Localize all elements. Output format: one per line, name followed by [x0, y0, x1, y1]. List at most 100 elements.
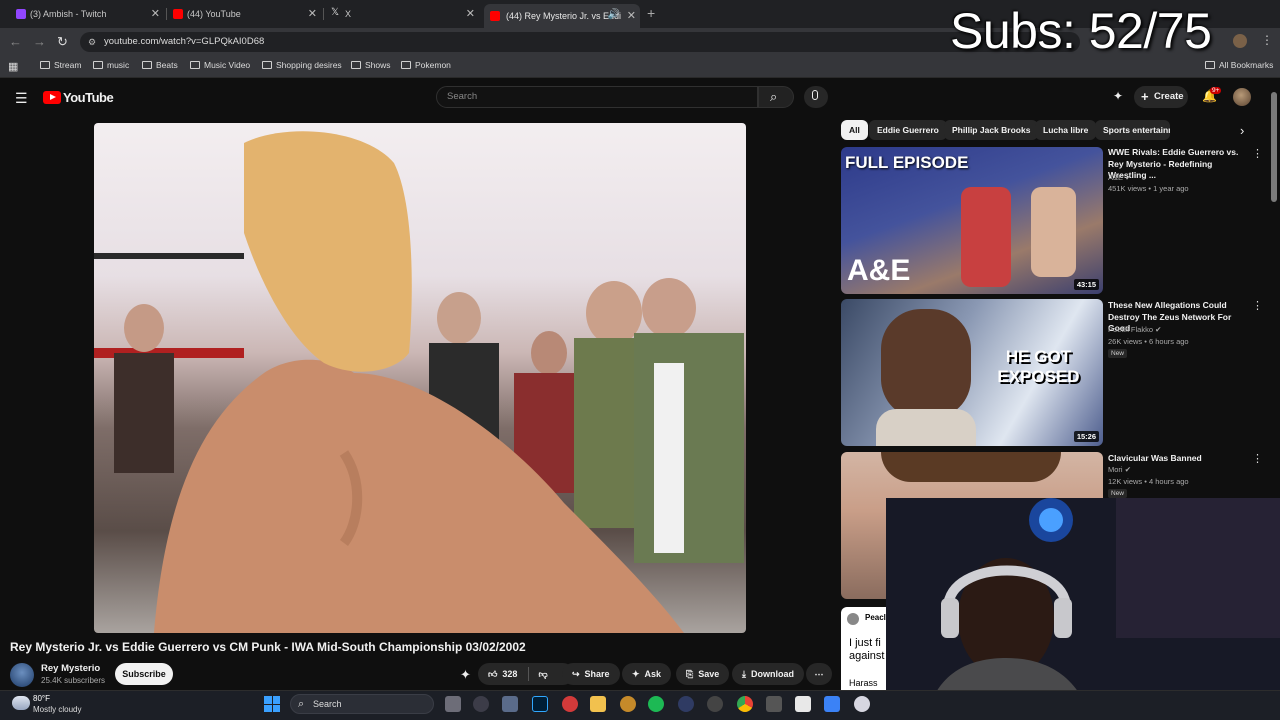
bookmark-beats[interactable]: Beats: [142, 60, 178, 70]
profile-avatar[interactable]: [1233, 34, 1247, 48]
apps-icon[interactable]: ▦: [8, 60, 18, 73]
recommendation-thumbnail[interactable]: HE GOT EXPOSED 15:26: [841, 299, 1103, 446]
close-icon[interactable]: ✕: [627, 9, 636, 22]
kebab-menu-icon[interactable]: ⋮: [1252, 299, 1263, 312]
chip-phillip-jack-brooks[interactable]: Phillip Jack Brooks: [944, 120, 1039, 140]
reload-icon[interactable]: ↻: [57, 34, 68, 50]
kebab-menu-icon[interactable]: ⋮: [1252, 147, 1263, 160]
verified-icon: ✔: [1125, 173, 1132, 182]
bookmark-stream[interactable]: Stream: [40, 60, 81, 70]
recommendation-thumbnail[interactable]: FULL EPISODE A&E 43:15: [841, 147, 1103, 294]
gemini-icon[interactable]: ✦: [460, 667, 471, 683]
channel-name[interactable]: Rey Mysterio: [41, 663, 100, 674]
app-icon[interactable]: [707, 696, 723, 712]
photos-icon[interactable]: [824, 696, 840, 712]
youtube-logo-icon[interactable]: [43, 91, 61, 104]
tab-twitch[interactable]: (3) Ambish - Twitch ✕: [16, 4, 164, 24]
photoshop-icon[interactable]: [532, 696, 548, 712]
cast-icon[interactable]: ✦: [1113, 89, 1123, 103]
pokeball-icon[interactable]: [562, 696, 578, 712]
folder-icon: [262, 61, 272, 69]
url-bar[interactable]: ⚙ youtube.com/watch?v=GLPQkAI0D68: [80, 32, 1080, 52]
kebab-menu-icon[interactable]: ⋮: [1261, 33, 1273, 47]
recommendation-channel[interactable]: Mori ✔: [1108, 465, 1131, 474]
recommendation-title[interactable]: Clavicular Was Banned: [1108, 453, 1248, 465]
ask-button[interactable]: ✦ Ask: [622, 663, 672, 685]
webcam-overlay: [886, 498, 1280, 720]
dislike-button[interactable]: 👎︎: [538, 663, 547, 685]
tab-active-video[interactable]: (44) Rey Mysterio Jr. vs Eddi 🔊 ✕: [484, 4, 640, 28]
file-explorer-icon[interactable]: [590, 696, 606, 712]
subscribe-button[interactable]: Subscribe: [115, 663, 173, 685]
recommendation-channel[interactable]: A&E ✔: [1108, 173, 1131, 182]
save-button[interactable]: ⎘ Save: [676, 663, 730, 685]
recommendation-thumbnail-partial[interactable]: Peacl I just fi against Harass: [841, 607, 891, 690]
task-view-icon[interactable]: [445, 696, 461, 712]
search-input[interactable]: Search: [436, 86, 758, 108]
like-button[interactable]: 👍︎ 328: [488, 663, 517, 685]
taskbar-search-input[interactable]: ⌕ Search: [290, 694, 434, 714]
account-avatar[interactable]: [1233, 88, 1251, 106]
webcam-feed: [886, 498, 1280, 720]
tab-x[interactable]: 𝕏 X ✕: [331, 4, 479, 24]
bookmark-shows[interactable]: Shows: [351, 60, 391, 70]
app-icon[interactable]: [473, 696, 489, 712]
forward-icon[interactable]: →: [33, 34, 46, 49]
mic-icon: [812, 90, 818, 100]
weather-cloud-icon[interactable]: [12, 696, 30, 710]
close-icon[interactable]: ✕: [466, 7, 475, 20]
bookmark-icon: ⎘: [686, 669, 694, 679]
kebab-menu-icon[interactable]: ⋮: [1252, 452, 1263, 465]
more-horizontal-icon: ⋯: [814, 669, 824, 679]
app-icon[interactable]: [620, 696, 636, 712]
site-info-icon[interactable]: ⚙: [88, 32, 96, 52]
channel-avatar[interactable]: [10, 663, 34, 687]
obs-icon[interactable]: [678, 696, 694, 712]
windows-start-icon[interactable]: [264, 696, 280, 712]
chrome-icon[interactable]: [737, 696, 753, 712]
chip-all[interactable]: All: [841, 120, 868, 140]
close-icon[interactable]: ✕: [151, 7, 160, 20]
all-bookmarks[interactable]: All Bookmarks: [1205, 60, 1273, 70]
weather-description: Mostly cloudy: [33, 705, 82, 714]
share-button[interactable]: ↪ Share: [562, 663, 620, 685]
chip-lucha-libre[interactable]: Lucha libre: [1035, 120, 1097, 140]
voice-search-button[interactable]: [804, 86, 828, 108]
bookmark-pokemon[interactable]: Pokemon: [401, 60, 451, 70]
hamburger-menu-icon[interactable]: ☰: [15, 90, 28, 107]
more-actions-button[interactable]: ⋯: [806, 663, 832, 685]
scrollbar-thumb[interactable]: [1271, 92, 1277, 202]
app-icon[interactable]: [854, 696, 870, 712]
spotify-icon[interactable]: [648, 696, 664, 712]
recommendation-meta: 451K views • 1 year ago: [1108, 184, 1189, 193]
bookmark-music[interactable]: music: [93, 60, 129, 70]
chip-sports-entertainment[interactable]: Sports entertainm: [1095, 120, 1170, 140]
close-icon[interactable]: ✕: [308, 7, 317, 20]
folder-icon: [142, 61, 152, 69]
app-icon[interactable]: [795, 696, 811, 712]
tab-label: X: [345, 9, 352, 19]
youtube-logo-text[interactable]: YouTube: [63, 90, 114, 105]
video-player[interactable]: [94, 123, 746, 633]
search-button[interactable]: ⌕: [758, 86, 794, 108]
chevron-right-icon[interactable]: ›: [1240, 123, 1244, 138]
app-icon[interactable]: [766, 696, 782, 712]
new-tab-button[interactable]: +: [647, 5, 655, 21]
subscriber-count: 25.4K subscribers: [41, 676, 106, 685]
share-icon: ↪: [572, 669, 580, 679]
ae-logo: A&E: [847, 254, 911, 287]
bookmark-music-video[interactable]: Music Video: [190, 60, 250, 70]
create-button[interactable]: + Create: [1134, 86, 1188, 108]
bookmark-shopping[interactable]: Shopping desires: [262, 60, 342, 70]
recommendation-meta: 26K views • 6 hours ago: [1108, 337, 1189, 346]
download-button[interactable]: ⤓ Download: [732, 663, 804, 685]
recommendation-channel[interactable]: Poetik Flakko ✔: [1108, 325, 1161, 334]
settings-icon[interactable]: [502, 696, 518, 712]
video-frame: [94, 131, 744, 633]
chip-eddie-guerrero[interactable]: Eddie Guerrero: [869, 120, 947, 140]
tab-youtube[interactable]: (44) YouTube ✕: [173, 4, 321, 24]
download-icon: ⤓: [742, 669, 746, 679]
speaker-icon[interactable]: 🔊: [608, 9, 620, 20]
video-title: Rey Mysterio Jr. vs Eddie Guerrero vs CM…: [10, 640, 526, 654]
back-icon[interactable]: ←: [9, 34, 22, 49]
